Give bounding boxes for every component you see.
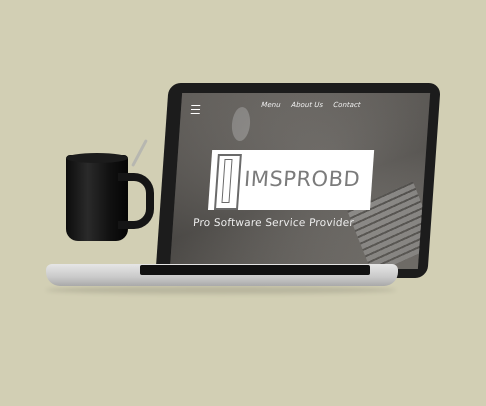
laptop-keyboard (140, 265, 370, 275)
brand-tagline: Pro Software Service Provider (192, 217, 355, 229)
spoon (131, 139, 148, 167)
laptop-shadow (46, 286, 396, 294)
site-nav: Menu About Us Contact (180, 101, 429, 117)
mug-handle (118, 173, 154, 229)
nav-item-menu[interactable]: Menu (261, 101, 281, 109)
laptop-screen: Menu About Us Contact IMSPROBD Pro Softw… (169, 93, 431, 269)
nav-item-contact[interactable]: Contact (333, 101, 361, 109)
brand-name: IMSPROBD (243, 167, 361, 191)
menu-hamburger-icon[interactable] (190, 105, 201, 114)
mug-rim (66, 153, 128, 163)
coffee-mug (66, 153, 154, 245)
brand-logo: IMSPROBD (207, 150, 375, 210)
logo-mark-icon (213, 154, 242, 210)
nav-item-about-us[interactable]: About Us (291, 101, 323, 109)
photo-scene: Menu About Us Contact IMSPROBD Pro Softw… (0, 0, 486, 406)
